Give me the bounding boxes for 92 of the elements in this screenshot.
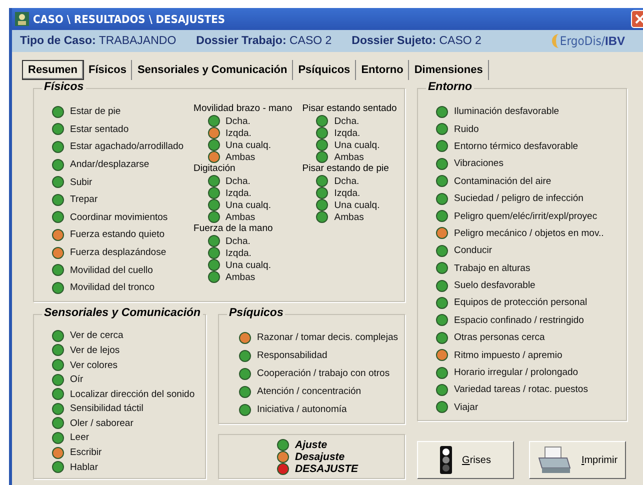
item-label: Conducir	[454, 245, 492, 256]
window-title: CASO \ RESULTADOS \ DESAJUSTES	[33, 12, 226, 26]
item-label: Izqda.	[226, 248, 252, 258]
item-label: Ambas	[226, 152, 256, 162]
item-label: Dcha.	[226, 176, 250, 186]
item-label: Ambas	[334, 152, 364, 162]
item-label: Iniciativa / autonomía	[257, 404, 347, 416]
item-label: Sensibilidad táctil	[70, 403, 144, 414]
item-label: Izqda.	[226, 188, 252, 198]
item-label: Una cualq.	[226, 200, 271, 210]
item-label: Oler / saborear	[70, 418, 134, 429]
item-label: Una cualq.	[334, 200, 380, 210]
item-label: Ritmo impuesto / apremio	[454, 350, 562, 361]
item-label: Entorno térmico desfavorable	[454, 140, 578, 152]
header-field: Dossier Trabajo: CASO 2	[196, 35, 332, 47]
tab[interactable]: Resumen	[22, 60, 84, 80]
item-label: Andar/desplazarse	[70, 159, 150, 170]
item-label: Hablar	[70, 462, 98, 473]
item-label: Movilidad del cuello	[70, 264, 153, 276]
panel-title: Físicos	[42, 81, 86, 93]
item-label: Dcha.	[334, 176, 360, 186]
item-label: Peligro quem/eléc/irrit/expl/proyec	[454, 210, 598, 222]
group-title: Pisar estando de pie	[302, 163, 390, 175]
tab[interactable]: Físicos	[84, 60, 132, 80]
item-label: Fuerza desplazándose	[70, 247, 166, 258]
toolbar-button[interactable]: Imprimir	[529, 441, 626, 479]
group-title: Digitación	[194, 163, 236, 175]
item-label: Ambas	[226, 212, 256, 222]
tab[interactable]: Entorno	[356, 60, 410, 80]
legend-label: Desajuste	[295, 450, 345, 463]
panel-title: Sensoriales y Comunicación	[42, 306, 203, 319]
item-label: Trepar	[70, 194, 98, 206]
item-label: Una cualq.	[334, 140, 380, 150]
item-label: Equipos de protección personal	[454, 297, 588, 308]
item-label: Trabajo en alturas	[454, 262, 530, 274]
item-label: Izqda.	[226, 128, 252, 138]
item-label: Horario irregular / prolongado	[454, 367, 578, 378]
item-label: Vibraciones	[454, 158, 504, 170]
item-label: Ambas	[226, 272, 256, 282]
item-label: Leer	[70, 432, 90, 444]
item-label: Iluminación desfavorable	[454, 106, 560, 118]
tab[interactable]: Dimensiones	[409, 60, 489, 80]
item-label: Suciedad / peligro de infección	[454, 193, 584, 204]
item-label: Razonar / tomar decis. complejas	[257, 332, 398, 344]
item-label: Estar sentado	[70, 124, 129, 135]
item-label: Izqda.	[334, 128, 360, 138]
item-label: Ruido	[454, 124, 479, 135]
item-label: Izqda.	[334, 188, 360, 198]
item-label: Escribir	[70, 447, 102, 458]
header-field: Dossier Sujeto: CASO 2	[352, 35, 482, 47]
item-label: Ver colores	[70, 360, 118, 371]
legend-label: Ajuste	[295, 438, 328, 451]
app-icon	[15, 12, 29, 26]
item-label: Subir	[70, 176, 92, 188]
group-title: Movilidad brazo - mano	[194, 103, 292, 115]
item-label: Ver de cerca	[70, 330, 124, 342]
item-label: Ambas	[334, 212, 364, 222]
item-label: Espacio confinado / restringido	[454, 314, 584, 326]
traffic-light-icon	[440, 446, 452, 474]
group-title: Fuerza de la mano	[194, 223, 274, 235]
item-label: Contaminación del aire	[454, 176, 552, 187]
tab[interactable]: Psíquicos	[293, 60, 356, 80]
panel-title: Psíquicos	[227, 306, 286, 319]
item-label: Oír	[70, 374, 84, 386]
legend-label: DESAJUSTE	[295, 462, 358, 475]
item-label: Fuerza estando quieto	[70, 229, 165, 240]
item-label: Peligro mecánico / objetos en mov..	[454, 228, 604, 239]
header-field: Tipo de Caso: TRABAJANDO	[20, 35, 176, 47]
item-label: Variedad tareas / rotac. puestos	[454, 384, 588, 396]
item-label: Atención / concentración	[257, 386, 362, 398]
item-label: Suelo desfavorable	[454, 280, 536, 292]
panel-title: Entorno	[426, 81, 474, 93]
item-label: Responsabilidad	[257, 350, 328, 362]
item-label: Otras personas cerca	[454, 332, 545, 344]
item-label: Una cualq.	[226, 140, 271, 150]
item-label: Estar de pie	[70, 106, 121, 118]
group-title: Pisar estando sentado	[302, 103, 398, 115]
item-label: Ver de lejos	[70, 344, 120, 356]
item-label: Viajar	[454, 402, 478, 413]
printer-icon	[537, 446, 572, 474]
tab[interactable]: Sensoriales y Comunicación	[132, 60, 294, 80]
item-label: Movilidad del tronco	[70, 282, 154, 294]
item-label: Una cualq.	[226, 260, 271, 270]
logo: ErgoDis/IBV	[552, 34, 629, 48]
item-label: Dcha.	[226, 236, 250, 246]
toolbar-button[interactable]: Grises	[417, 441, 514, 479]
item-label: Estar agachado/arrodillado	[70, 141, 184, 152]
item-label: Dcha.	[226, 116, 250, 126]
item-label: Dcha.	[334, 116, 360, 126]
item-label: Cooperación / trabajo con otros	[257, 368, 390, 380]
item-label: Localizar dirección del sonido	[70, 388, 195, 400]
item-label: Coordinar movimientos	[70, 212, 168, 223]
